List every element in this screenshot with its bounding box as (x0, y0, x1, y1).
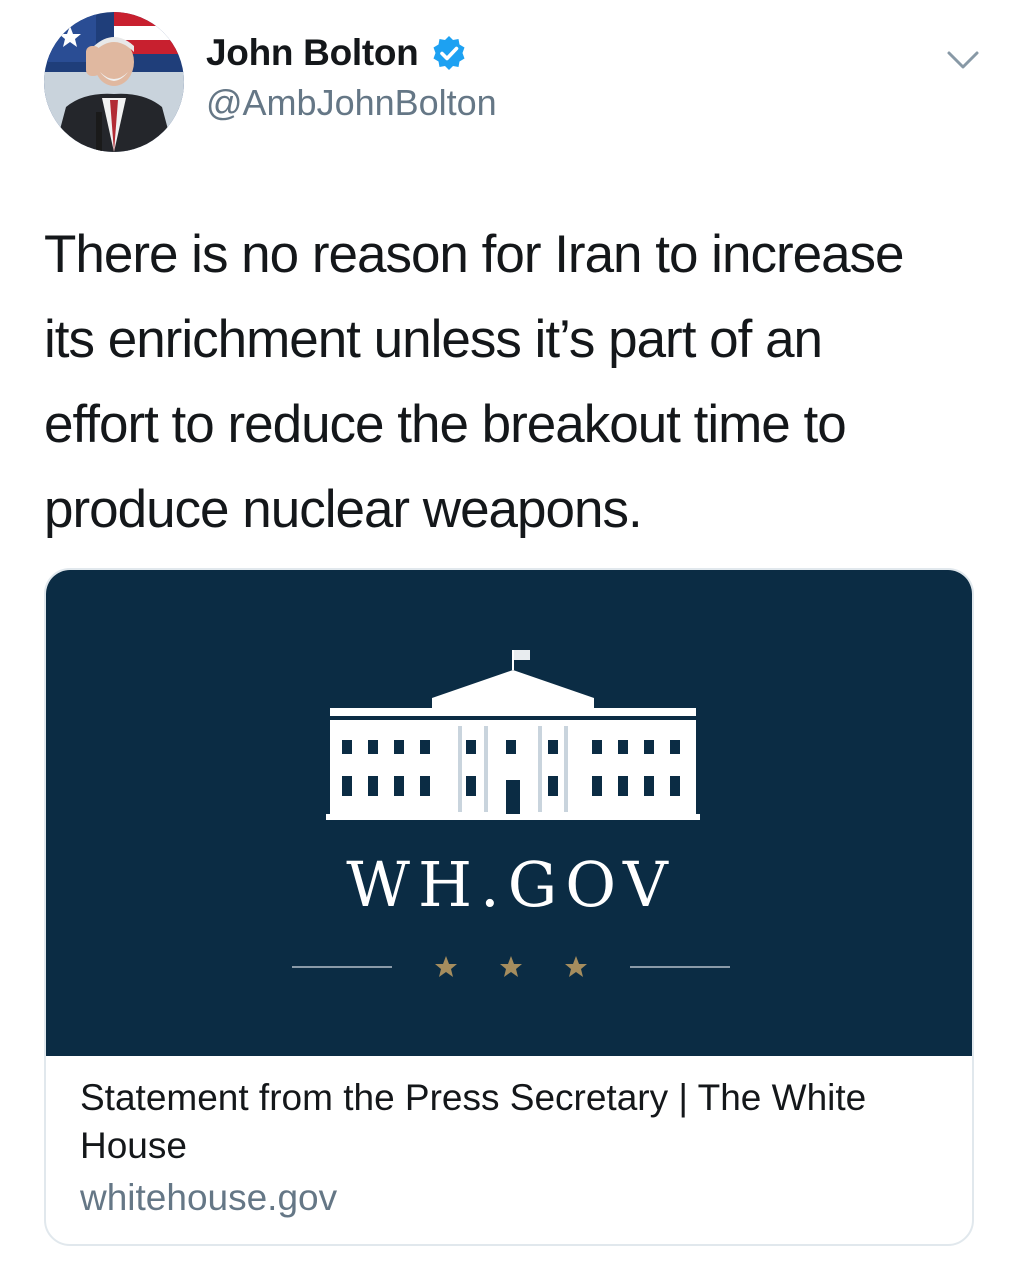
tweet-text: There is no reason for Iran to increase … (44, 225, 905, 539)
author-handle[interactable]: @AmbJohnBolton (206, 82, 497, 124)
card-image: WH.GOV (46, 570, 972, 1056)
verified-badge-icon (433, 36, 464, 70)
link-card[interactable]: WH.GOV Statement from the Press Secretar… (44, 568, 974, 1246)
chevron-down-icon[interactable] (945, 48, 981, 72)
card-body: Statement from the Press Secretary | The… (46, 1056, 972, 1222)
wh-gov-wordmark: WH.GOV (346, 848, 676, 921)
white-house-icon (292, 650, 730, 977)
avatar[interactable] (44, 12, 184, 152)
card-domain: whitehouse.gov (80, 1177, 338, 1218)
author-name-row: John Bolton (206, 32, 467, 74)
tweet: John Bolton @AmbJohnBolton There is no r… (0, 0, 1020, 1280)
card-title: Statement from the Press Secretary | The… (80, 1077, 867, 1166)
profile-photo-icon (44, 12, 184, 152)
author-display-name[interactable]: John Bolton (206, 32, 419, 74)
